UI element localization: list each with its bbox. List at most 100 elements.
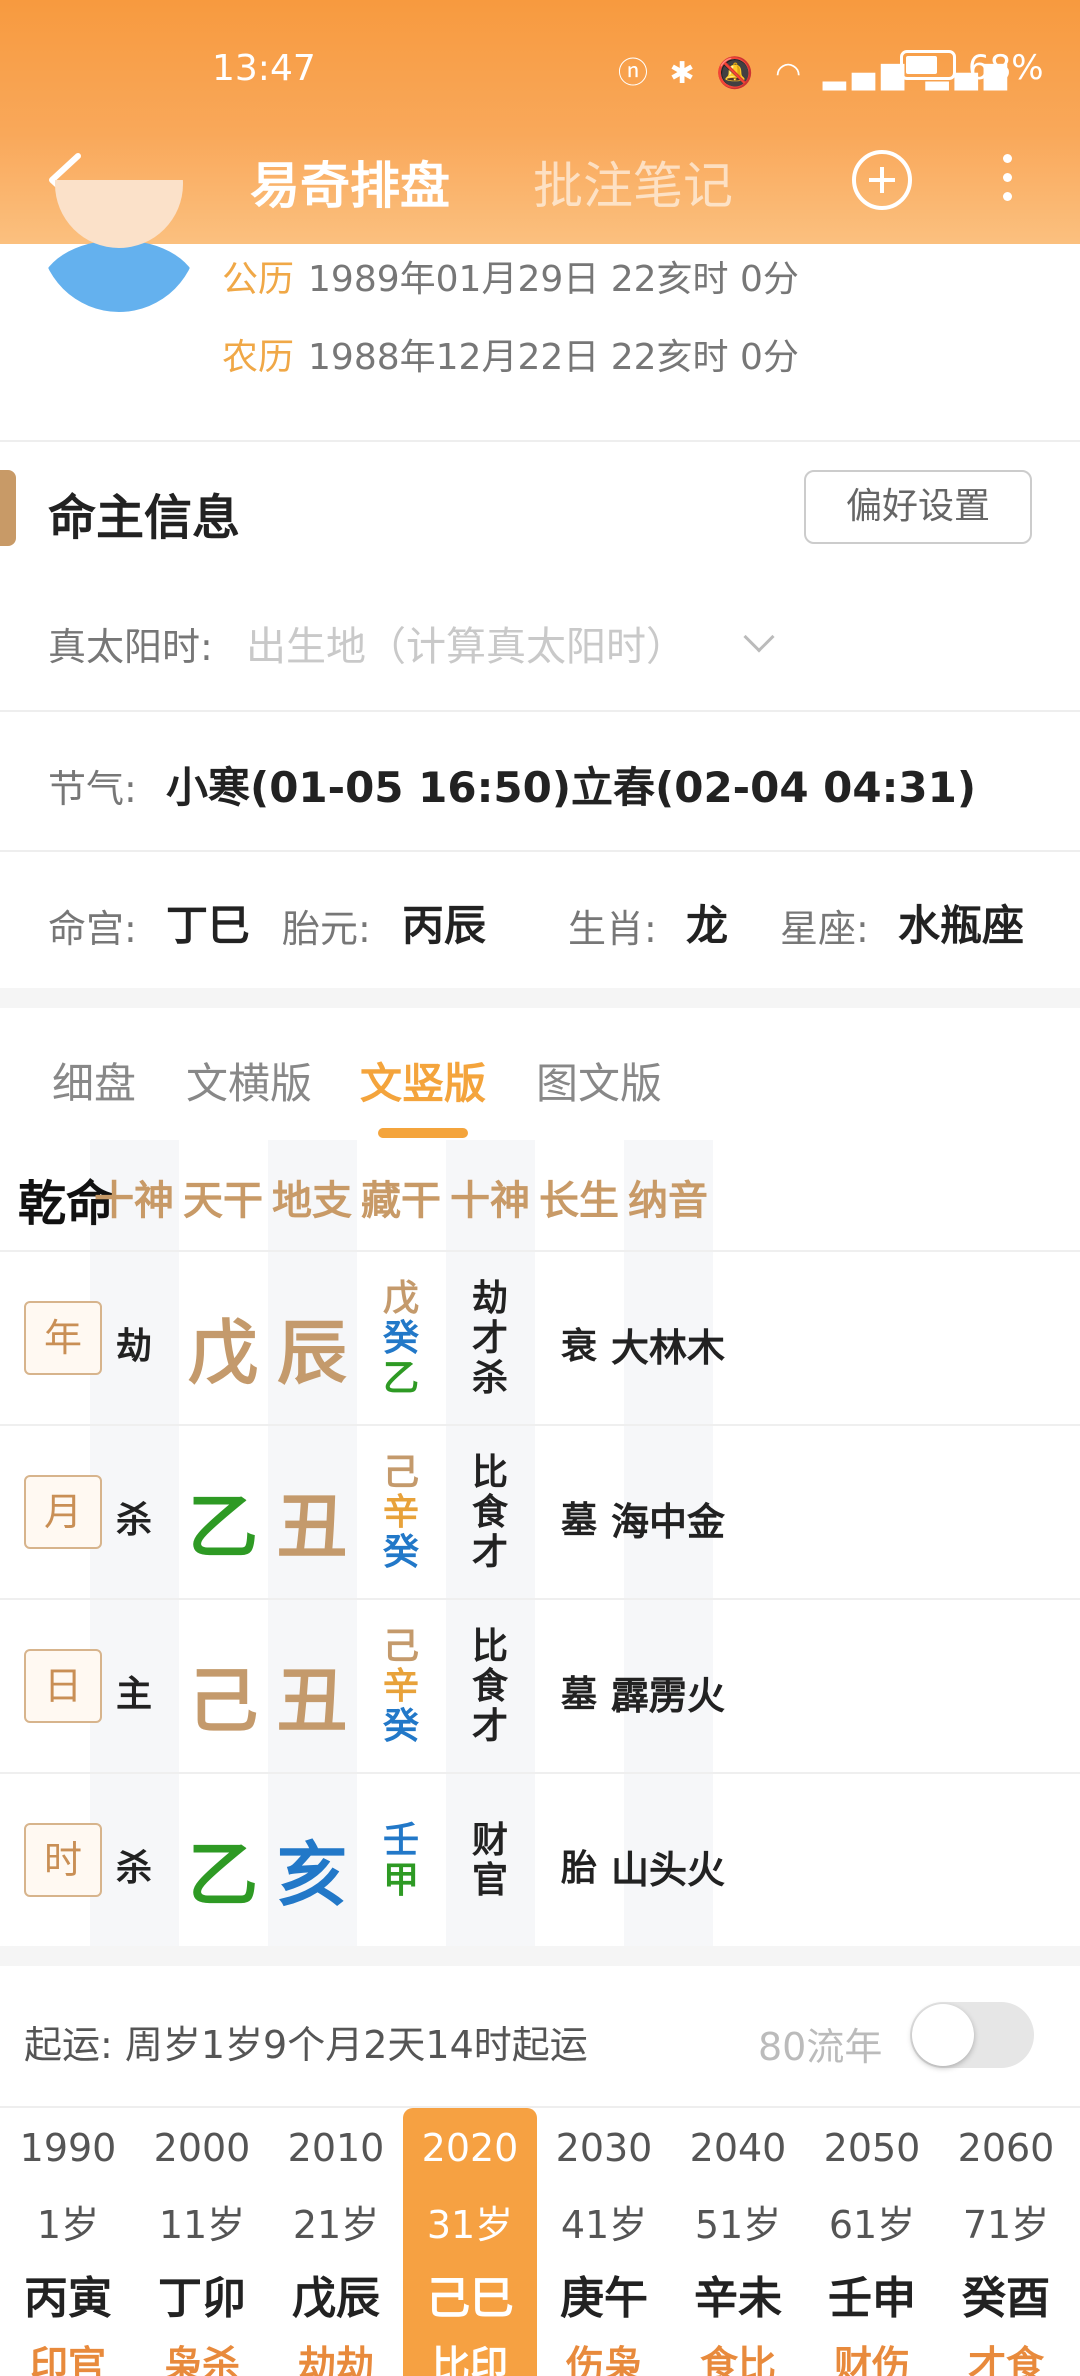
dayun-year: 1990 [19, 2126, 117, 2170]
qiyun-text: 起运: 周岁1岁9个月2天14时起运 [24, 2023, 588, 2067]
dayun-age: 51岁 [694, 2203, 782, 2247]
chevron-down-icon[interactable] [743, 621, 775, 653]
preferences-button[interactable]: 偏好设置 [804, 470, 1032, 544]
shengxiao-value: 龙 [686, 901, 729, 950]
add-circle-icon[interactable] [852, 150, 912, 210]
section-gap [0, 988, 1080, 1008]
true-solar-label: 真太阳时: [48, 625, 213, 669]
canggan-char: 戊 [382, 1278, 419, 1319]
tiangan-cell: 乙 [188, 1486, 258, 1568]
dayun-year: 2020 [421, 2126, 519, 2170]
column-shade [89, 1140, 179, 1946]
row-divider [0, 1424, 1080, 1426]
dizhi-cell: 丑 [277, 1660, 347, 1742]
table-header: 长生 [539, 1178, 619, 1224]
dayun-item[interactable]: 2030 41岁 庚午 伤枭 [537, 2108, 671, 2376]
row-divider [0, 1772, 1080, 1774]
solar-date-row: 公历 1989年01月29日 22亥时 0分 [222, 250, 799, 302]
dayun-item[interactable]: 1990 1岁 丙寅 印官 [1, 2108, 135, 2376]
lunar-date-row: 农历 1988年12月22日 22亥时 0分 [222, 328, 799, 380]
xingzuo-label: 星座: [780, 907, 869, 951]
divider [0, 850, 1080, 852]
tab-wenshuban[interactable]: 文竖版 [360, 1050, 486, 1111]
dayun-year: 2050 [823, 2126, 921, 2170]
dayun-year: 2060 [957, 2126, 1055, 2170]
dayun-item[interactable]: 2020 31岁 己巳 比印 [403, 2108, 537, 2376]
avatar [40, 180, 198, 312]
canggan-char: 己 [382, 1626, 419, 1667]
dayun-age: 21岁 [292, 2203, 380, 2247]
canggan-char: 甲 [382, 1860, 419, 1901]
dayun-ganzhi: 壬申 [828, 2273, 916, 2324]
dayun-ganzhi: 辛未 [694, 2273, 782, 2324]
dayun-item[interactable]: 2050 61岁 壬申 财伤 [805, 2108, 939, 2376]
xingzuo-value: 水瓶座 [898, 901, 1025, 950]
dayun-ganzhi: 癸酉 [962, 2273, 1050, 2324]
dayun-age: 11岁 [158, 2203, 246, 2247]
dayun-year: 2030 [555, 2126, 653, 2170]
flow-years-label: 80流年 [758, 2025, 883, 2069]
dizhi-cell: 辰 [277, 1312, 347, 1394]
dayun-ganzhi: 丙寅 [24, 2273, 112, 2324]
dayun-shishen: 食比 [699, 2343, 776, 2376]
tab-tuwenban[interactable]: 图文版 [536, 1050, 662, 1111]
tab-notes[interactable]: 批注笔记 [533, 146, 733, 218]
nayin-cell: 海中金 [610, 1500, 725, 1544]
canggan-shishen-cell: 比食才 [446, 1453, 535, 1573]
more-menu-icon[interactable] [1000, 154, 1014, 210]
status-bar: 13:47 ⓝ ✱ 🔕 ◠ ▂▄▆ ▂▄▆ 68% [0, 42, 1080, 92]
dayun-item[interactable]: 2040 51岁 辛未 食比 [671, 2108, 805, 2376]
dayun-shishen: 印官 [29, 2343, 106, 2376]
taiyuan-label: 胎元: [282, 907, 371, 951]
section-gap [0, 1946, 1080, 1966]
nayin-cell: 大林木 [610, 1326, 725, 1370]
section-marker [0, 470, 16, 546]
canggan-shishen-char: 比 [471, 1452, 508, 1493]
canggan-shishen-cell: 比食才 [446, 1627, 535, 1747]
nayin-cell: 霹雳火 [610, 1674, 725, 1718]
canggan-shishen-char: 比 [471, 1626, 508, 1667]
canggan-char: 辛 [382, 1666, 419, 1707]
section-title: 命主信息 [48, 490, 241, 546]
dayun-item[interactable]: 2000 11岁 丁卯 枭杀 [135, 2108, 269, 2376]
divider [0, 710, 1080, 712]
row-divider [0, 1250, 1080, 1252]
solar-label: 公历 [222, 259, 295, 300]
tiangan-cell: 己 [188, 1660, 258, 1742]
dayun-age: 71岁 [962, 2203, 1050, 2247]
dizhi-cell: 亥 [277, 1834, 347, 1916]
flow-years-toggle[interactable] [910, 2002, 1034, 2068]
canggan-shishen-char: 才 [471, 1532, 508, 1573]
canggan-char: 癸 [382, 1318, 419, 1359]
canggan-char: 壬 [382, 1820, 419, 1861]
shishen-cell: 劫 [115, 1326, 152, 1367]
shishen-cell: 主 [115, 1674, 152, 1715]
taiyuan-value: 丙辰 [402, 901, 487, 950]
tiangan-cell: 戊 [188, 1312, 258, 1394]
nayin-cell: 山头火 [610, 1848, 725, 1892]
dayun-shishen: 伤枭 [565, 2343, 642, 2376]
dizhi-cell: 丑 [277, 1486, 347, 1568]
tab-xipan[interactable]: 细盘 [52, 1050, 136, 1111]
divider [0, 440, 1080, 442]
tab-paipan[interactable]: 易奇排盘 [250, 146, 450, 218]
tab-wenhengban[interactable]: 文横版 [186, 1050, 312, 1111]
dayun-shishen: 枭杀 [163, 2343, 240, 2376]
dayun-ganzhi: 庚午 [560, 2273, 648, 2324]
jieqi-label: 节气: [48, 767, 137, 811]
dayun-year: 2010 [287, 2126, 385, 2170]
canggan-cell: 己辛癸 [357, 1453, 446, 1573]
dayun-year: 2000 [153, 2126, 251, 2170]
canggan-shishen-cell: 劫才杀 [446, 1279, 535, 1399]
dayun-age: 61岁 [828, 2203, 916, 2247]
canggan-shishen-char: 官 [471, 1860, 508, 1901]
dayun-age: 31岁 [426, 2203, 514, 2247]
dayun-item[interactable]: 2010 21岁 戊辰 劫劫 [269, 2108, 403, 2376]
birthplace-selector[interactable]: 出生地（计算真太阳时） [246, 614, 686, 672]
canggan-cell: 己辛癸 [357, 1627, 446, 1747]
table-header: 十神 [450, 1178, 530, 1224]
canggan-shishen-cell: 财官 [446, 1821, 535, 1901]
dayun-item[interactable]: 2060 71岁 癸酉 才食 [939, 2108, 1073, 2376]
canggan-char: 辛 [382, 1492, 419, 1533]
dayun-ganzhi: 戊辰 [292, 2273, 380, 2324]
